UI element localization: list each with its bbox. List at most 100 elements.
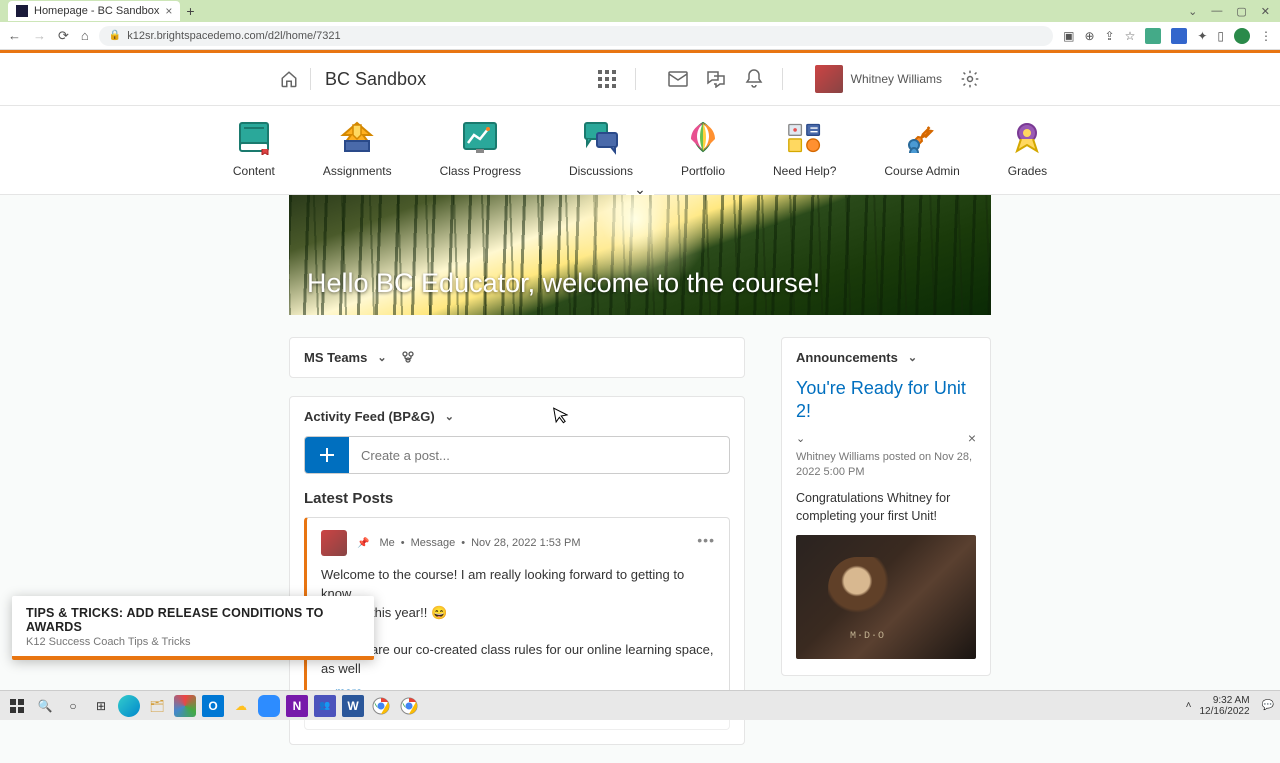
widget-title: Announcements: [796, 350, 898, 365]
extension-icon[interactable]: [1171, 28, 1187, 44]
start-icon[interactable]: [6, 695, 28, 717]
user-menu[interactable]: Whitney Williams: [815, 65, 942, 93]
divider: [782, 68, 783, 90]
topnav: BC Sandbox Whitney Williams: [0, 53, 1280, 105]
star-icon[interactable]: ☆: [1125, 29, 1136, 43]
url-input[interactable]: 🔒 k12sr.brightspacedemo.com/d2l/home/732…: [99, 26, 1053, 46]
announcement-heading[interactable]: You're Ready for Unit 2!: [796, 377, 976, 422]
zoom-icon[interactable]: ⊕: [1084, 29, 1094, 43]
chrome-icon[interactable]: [370, 695, 392, 717]
close-icon[interactable]: ×: [968, 430, 976, 446]
chevron-down-icon[interactable]: ⌄: [1188, 5, 1197, 18]
nav-discussions[interactable]: Discussions: [569, 120, 633, 178]
tray-chevron-icon[interactable]: ˄: [1186, 700, 1192, 711]
book-icon: [236, 120, 272, 156]
address-bar: ← → ⟳ ⌂ 🔒 k12sr.brightspacedemo.com/d2l/…: [0, 22, 1280, 50]
outlook-icon[interactable]: O: [202, 695, 224, 717]
divider: [310, 68, 311, 90]
clock-date: 12/16/2022: [1199, 706, 1249, 717]
browser-tab[interactable]: Homepage - BC Sandbox ×: [8, 1, 180, 21]
nav-grades[interactable]: Grades: [1008, 120, 1047, 178]
leaf-icon: [685, 120, 721, 156]
bullet: •: [461, 537, 465, 549]
new-tab-button[interactable]: +: [186, 3, 194, 19]
divider: [635, 68, 636, 90]
url-text: k12sr.brightspacedemo.com/d2l/home/7321: [127, 30, 340, 42]
nav-class-progress[interactable]: Class Progress: [440, 120, 521, 178]
chevron-down-icon[interactable]: ⌄: [377, 351, 386, 364]
nav-portfolio[interactable]: Portfolio: [681, 120, 725, 178]
share-icon[interactable]: ⇪: [1105, 29, 1115, 43]
nav-label: Course Admin: [884, 164, 959, 178]
search-icon[interactable]: 🔍: [34, 695, 56, 717]
extensions-icon[interactable]: ✦: [1197, 29, 1207, 43]
course-title[interactable]: BC Sandbox: [325, 69, 426, 90]
inbox-icon: [339, 120, 375, 156]
course-banner: Hello BC Educator, welcome to the course…: [289, 195, 991, 315]
minimize-icon[interactable]: —: [1211, 5, 1222, 18]
maximize-icon[interactable]: ▢: [1236, 5, 1246, 18]
close-window-icon[interactable]: ✕: [1261, 5, 1270, 18]
chevron-down-icon[interactable]: ⌄: [445, 410, 454, 423]
mail-icon[interactable]: [668, 69, 688, 89]
plus-icon[interactable]: [305, 437, 349, 473]
chat-icon[interactable]: [706, 69, 726, 89]
bell-icon[interactable]: [744, 69, 764, 89]
create-post-input[interactable]: Create a post...: [304, 436, 730, 474]
zoom-icon[interactable]: [258, 695, 280, 717]
post-text: Welcome to the course! I am really looki…: [321, 567, 684, 601]
back-icon[interactable]: ←: [8, 28, 21, 43]
cortana-icon[interactable]: ○: [62, 695, 84, 717]
chevron-down-icon[interactable]: ⌄: [908, 351, 917, 364]
app-icon[interactable]: [174, 695, 196, 717]
onenote-icon[interactable]: N: [286, 695, 308, 717]
camera-icon[interactable]: ▣: [1063, 29, 1074, 43]
avatar: [321, 530, 347, 556]
pin-icon[interactable]: 📌: [357, 538, 369, 549]
nav-need-help[interactable]: Need Help?: [773, 120, 836, 178]
panel-icon[interactable]: ▯: [1217, 29, 1224, 43]
home-button-icon[interactable]: [280, 70, 298, 88]
app-grid-icon[interactable]: [597, 69, 617, 89]
widget-title: MS Teams: [304, 350, 367, 365]
more-options-icon[interactable]: •••: [697, 532, 715, 548]
nav-label: Grades: [1008, 164, 1047, 178]
gear-icon[interactable]: [960, 69, 980, 89]
teams-icon[interactable]: 👥: [314, 695, 336, 717]
profile-icon[interactable]: [1234, 28, 1250, 44]
word-icon[interactable]: W: [342, 695, 364, 717]
weather-icon[interactable]: ☁: [230, 695, 252, 717]
tab-title: Homepage - BC Sandbox: [34, 5, 159, 17]
nav-label: Class Progress: [440, 164, 521, 178]
tab-close-icon[interactable]: ×: [165, 4, 172, 18]
nav-course-admin[interactable]: Course Admin: [884, 120, 959, 178]
explorer-icon[interactable]: 🗂: [146, 695, 168, 717]
reload-icon[interactable]: ⟳: [58, 28, 69, 44]
toast-notification[interactable]: TIPS & TRICKS: ADD RELEASE CONDITIONS TO…: [12, 596, 374, 660]
chrome-icon[interactable]: [398, 695, 420, 717]
forward-icon[interactable]: →: [33, 28, 46, 43]
taskview-icon[interactable]: ⊞: [90, 695, 112, 717]
nav-assignments[interactable]: Assignments: [323, 120, 392, 178]
post-text: this year!! 😄: [371, 605, 447, 620]
announcements-widget: Announcements ⌄ You're Ready for Unit 2!…: [781, 337, 991, 676]
announcement-image: [796, 535, 976, 659]
notifications-icon[interactable]: 💬: [1262, 700, 1274, 711]
post-author: Me: [379, 537, 394, 549]
system-clock[interactable]: 9:32 AM 12/16/2022: [1199, 695, 1253, 717]
chart-icon: [462, 120, 498, 156]
ms-teams-widget: MS Teams ⌄: [289, 337, 745, 378]
teams-icon[interactable]: [401, 351, 415, 365]
browser-tab-strip: Homepage - BC Sandbox × + ⌄ — ▢ ✕: [0, 0, 1280, 22]
nav-content[interactable]: Content: [233, 120, 275, 178]
lock-icon: 🔒: [109, 30, 121, 41]
clock-time: 9:32 AM: [1199, 695, 1249, 706]
toast-subtitle: K12 Success Coach Tips & Tricks: [26, 636, 360, 648]
post-type: Message: [411, 537, 456, 549]
chevron-down-icon[interactable]: ⌄: [796, 432, 805, 445]
edge-icon[interactable]: [118, 695, 140, 717]
menu-icon[interactable]: ⋮: [1260, 29, 1272, 43]
home-icon[interactable]: ⌂: [81, 28, 89, 43]
latest-posts-heading: Latest Posts: [304, 490, 730, 507]
extension-icon[interactable]: [1145, 28, 1161, 44]
